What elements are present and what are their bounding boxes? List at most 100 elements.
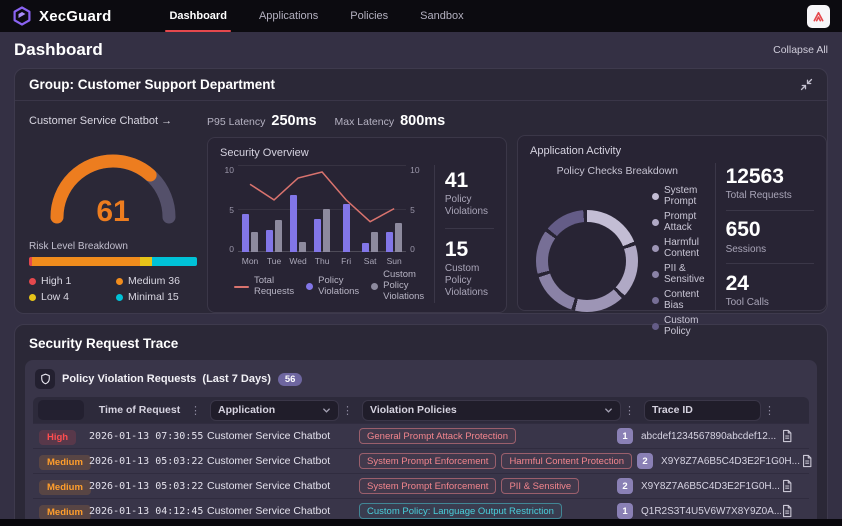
table-row[interactable]: High2026-01-13 07:30:55Customer Service … [33,423,809,448]
kebab-menu-icon[interactable]: ⋮ [187,404,204,417]
actions-cell [781,479,809,493]
table-row[interactable]: Medium2026-01-13 05:03:22Customer Servic… [33,448,809,473]
trace-section-title: Security Request Trace [15,325,827,360]
brand-logo[interactable]: XecGuard [12,6,111,26]
header-cell-violation-policies: Violation Policies ⋮ [359,397,641,423]
violation-stats: 41Policy Violations15Custom Policy Viola… [445,165,494,303]
filter-violation-policies[interactable]: Violation Policies [362,400,621,421]
nav-item-applications[interactable]: Applications [243,0,334,32]
x-tick-label: Sun [382,256,406,266]
latency-label: P95 Latency [207,116,265,128]
header-cell-time: Time of Request⋮ [89,397,207,423]
policy-checks-donut [536,210,638,312]
column-label: Violation Policies [370,404,457,416]
application-activity-card: Application Activity Policy Checks Break… [517,135,827,311]
risk-segment-minimal [152,257,197,266]
chevron-down-icon [604,406,613,415]
account-button[interactable] [807,5,830,28]
stat-label: Total Requests [726,190,814,202]
application-cell: Customer Service Chatbot [207,480,359,492]
nav-item-dashboard[interactable]: Dashboard [153,0,242,32]
divider [434,165,435,303]
risk-segment-low [140,257,152,266]
policy-tag: System Prompt Enforcement [359,478,496,494]
document-icon[interactable] [801,454,828,468]
y-tick-label: 0 [220,244,234,254]
actions-cell [781,504,809,518]
divider [726,263,814,264]
header-cell-trace-id: Trace ID⋮ [641,397,781,423]
donut-hole [548,222,626,300]
risk-legend-high: High 1 [29,275,110,287]
legend-dot-icon [652,323,659,330]
x-tick-label: Wed [286,256,310,266]
header-cell-severity [33,397,89,423]
time-cell: 2026-01-13 07:30:55 [89,431,207,442]
collapse-all-button[interactable]: Collapse All [773,44,828,56]
y-axis-right: 1050 [410,165,424,266]
application-activity-title: Application Activity [530,145,814,157]
legend-dot-icon [371,283,378,290]
time-cell: 2026-01-13 05:03:22 [89,481,207,492]
latency-value: 250ms [271,113,316,129]
line-swatch-icon [234,286,249,288]
x-tick-label: Mon [238,256,262,266]
risk-level-bar [29,257,197,266]
x-tick-label: Sat [358,256,382,266]
main-nav: DashboardApplicationsPoliciesSandbox [153,0,479,32]
y-tick-label: 5 [220,205,234,215]
trace-id-cell: X9Y8Z7A6B5C4D3E2F1G0H... [661,456,801,467]
stat-tool-calls: 24 Tool Calls [726,272,814,309]
nav-item-policies[interactable]: Policies [334,0,404,32]
stat-custom-policy-violations: 15Custom Policy Violations [445,238,494,299]
brand-name: XecGuard [39,8,111,25]
stat-label: Tool Calls [726,297,814,309]
legend-dot-icon [29,294,36,301]
donut-legend-harmful-content: Harmful Content [652,237,705,259]
table-header-row: Time of Request⋮Application⋮Violation Po… [33,397,809,423]
time-cell: 2026-01-13 04:12:45 [89,506,207,517]
risk-score-gauge: 61 [43,141,183,225]
document-icon[interactable] [781,504,809,518]
kebab-menu-icon[interactable]: ⋮ [339,404,356,417]
table-row[interactable]: Medium2026-01-13 04:12:45Customer Servic… [33,498,809,519]
app-link[interactable]: Customer Service Chatbot → [29,115,197,127]
donut-legend-label: Prompt Attack [664,211,705,233]
y-tick-label: 5 [410,205,424,215]
table-row[interactable]: Medium2026-01-13 05:03:22Customer Servic… [33,473,809,498]
filter-application[interactable]: Application [210,400,339,421]
trace-subtitle: Policy Violation Requests (Last 7 Days) [62,373,271,385]
stat-value: 24 [726,272,814,295]
main-content: Dashboard Collapse All Group: Customer S… [0,32,842,519]
violation-count-badge: 56 [278,373,303,386]
severity-cell: Medium [33,452,89,470]
policies-cell: System Prompt EnforcementHarmful Content… [359,453,661,469]
risk-breakdown-title: Risk Level Breakdown [29,241,197,252]
nav-item-sandbox[interactable]: Sandbox [404,0,479,32]
application-activity-panel: Application Activity Policy Checks Break… [517,111,827,313]
document-icon[interactable] [781,479,809,493]
kebab-menu-icon[interactable]: ⋮ [761,404,778,417]
filter-trace-id[interactable]: Trace ID [644,400,761,421]
policy-checks-chart: Policy Checks Breakdown System PromptPro… [530,163,705,311]
severity-badge: Medium [39,505,91,519]
y-tick-label: 0 [410,244,424,254]
time-cell: 2026-01-13 05:03:22 [89,456,207,467]
document-icon[interactable] [781,429,809,443]
severity-badge: High [39,430,76,445]
divider [726,210,814,211]
donut-legend-label: Content Bias [664,289,705,311]
divider [445,228,494,229]
stat-label: Sessions [726,244,814,256]
policy-count-badge: 2 [637,453,653,469]
severity-header-box [38,400,84,420]
severity-cell: Medium [33,502,89,519]
policy-tag: System Prompt Enforcement [359,453,496,469]
x-tick-label: Fri [334,256,358,266]
collapse-group-icon[interactable] [800,78,813,91]
donut-legend-custom-policy: Custom Policy [652,315,705,337]
stat-total-requests: 12563Total Requests [726,165,814,202]
y-axis-left: 1050 [220,165,234,266]
kebab-menu-icon[interactable]: ⋮ [621,404,638,417]
security-overview-title: Security Overview [220,147,494,159]
